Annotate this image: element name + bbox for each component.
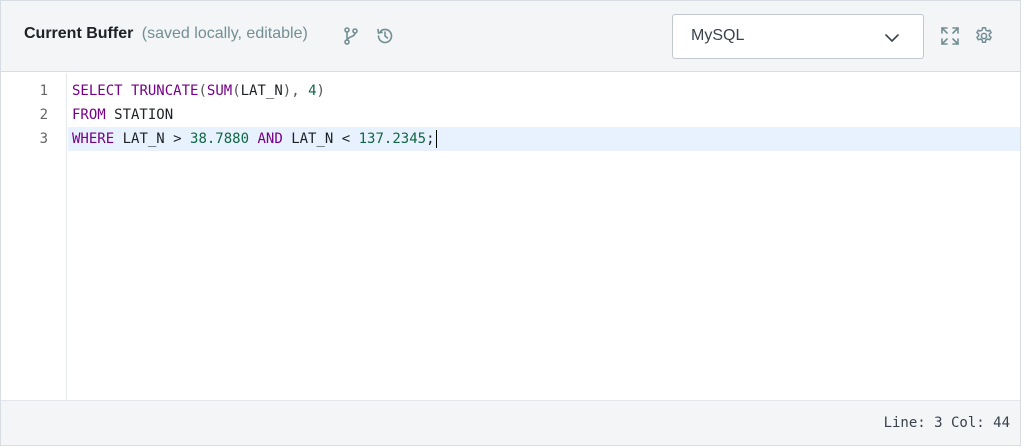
code-token-punct: ) xyxy=(316,83,325,99)
code-line[interactable]: FROM STATION xyxy=(68,103,1020,127)
code-editor[interactable]: 1 2 3 SELECT TRUNCATE(SUM(LAT_N), 4) FRO… xyxy=(1,73,1020,400)
code-token-kw: FROM xyxy=(72,107,106,123)
chevron-down-icon xyxy=(885,34,899,42)
code-token-punct: ( xyxy=(198,83,207,99)
code-token-kw: AND xyxy=(257,131,283,147)
line-number: 3 xyxy=(39,131,48,147)
fullscreen-icon[interactable] xyxy=(939,25,961,47)
code-token-plain: ; xyxy=(426,131,435,147)
code-editor-panel: Current Buffer (saved locally, editable)… xyxy=(0,0,1021,446)
code-token-punct: ), xyxy=(282,83,300,99)
language-select[interactable]: MySQL xyxy=(672,14,924,59)
code-line[interactable]: SELECT TRUNCATE(SUM(LAT_N), 4) xyxy=(68,79,1020,103)
text-cursor xyxy=(435,130,437,148)
editor-header: Current Buffer (saved locally, editable)… xyxy=(1,1,1020,72)
line-number: 1 xyxy=(39,83,48,99)
code-token-plain: LAT_N > xyxy=(114,131,191,147)
code-line[interactable]: WHERE LAT_N > 38.7880 AND LAT_N < 137.23… xyxy=(68,127,1020,151)
status-bar: Line: 3 Col: 44 xyxy=(1,400,1020,445)
history-icon[interactable] xyxy=(374,25,396,47)
code-token-num: 137.2345 xyxy=(358,131,427,147)
language-select-value: MySQL xyxy=(691,27,745,44)
code-token-plain: STATION xyxy=(105,107,174,123)
buffer-title-subtitle: (saved locally, editable) xyxy=(141,25,308,42)
code-token-kw: SELECT xyxy=(72,83,123,99)
line-number: 2 xyxy=(39,107,48,123)
code-token-kw: WHERE xyxy=(72,131,115,147)
branch-icon[interactable] xyxy=(340,25,362,47)
line-number-gutter: 1 2 3 xyxy=(1,73,67,400)
code-token-num: 38.7880 xyxy=(190,131,250,147)
settings-icon[interactable] xyxy=(973,25,995,47)
buffer-title: Current Buffer (saved locally, editable) xyxy=(24,25,308,43)
code-token-num: 4 xyxy=(308,83,317,99)
code-token-punct: ( xyxy=(232,83,241,99)
code-token-fn: TRUNCATE xyxy=(131,83,199,99)
code-token-plain: LAT_N < xyxy=(282,131,359,147)
cursor-position: Line: 3 Col: 44 xyxy=(883,415,1010,431)
code-token-plain: LAT_N xyxy=(240,83,283,99)
code-token-fn: SUM xyxy=(206,83,233,99)
buffer-title-label: Current Buffer xyxy=(24,25,134,42)
